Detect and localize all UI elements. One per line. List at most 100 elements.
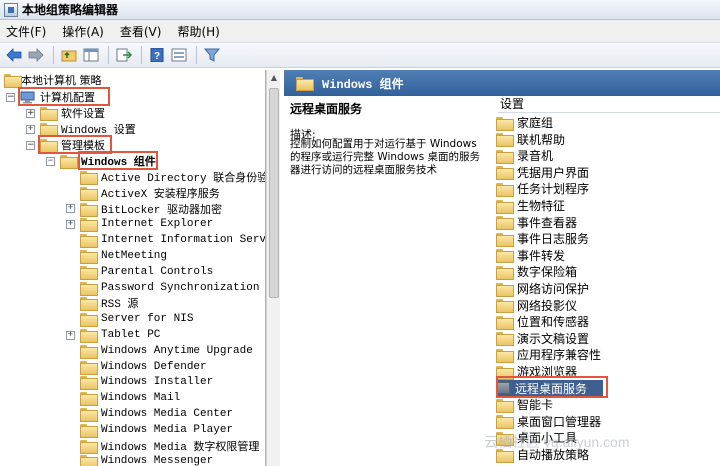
folder-icon	[80, 171, 98, 185]
tree-item[interactable]: Windows Anytime Upgrade	[66, 343, 253, 359]
tree-item[interactable]: Windows Mail	[66, 390, 181, 407]
folder-icon	[80, 360, 98, 375]
folder-icon	[40, 123, 58, 137]
settings-list-item[interactable]: 应用程序兼容性	[496, 346, 601, 363]
tree-item[interactable]: Windows Messenger	[66, 453, 213, 466]
tree-item[interactable]: Server for NIS	[66, 311, 193, 328]
menu-file[interactable]: 文件(F)	[6, 23, 46, 40]
tree-item-label: Windows Defender	[101, 360, 207, 373]
menu-view[interactable]: 查看(V)	[120, 23, 162, 40]
folder-icon	[496, 299, 514, 314]
details-header: Windows 组件	[284, 70, 720, 96]
column-header-settings[interactable]: 设置	[498, 95, 720, 113]
tree-item[interactable]: Windows Media 数字权限管理	[66, 438, 259, 454]
tree-item[interactable]: + BitLocker 驱动器加密	[66, 201, 222, 217]
folder-icon	[80, 313, 98, 328]
tree-item[interactable]: RSS 源	[66, 295, 138, 312]
settings-list-item[interactable]: 凭据用户界面	[496, 164, 589, 181]
settings-list-item[interactable]: 生物特征	[496, 197, 565, 214]
folder-icon	[80, 265, 98, 280]
menu-action[interactable]: 操作(A)	[62, 23, 104, 40]
collapse-icon[interactable]: −	[6, 92, 15, 102]
collapse-icon[interactable]: −	[46, 156, 55, 166]
back-icon[interactable]	[4, 45, 24, 65]
tree-item[interactable]: Parental Controls	[66, 264, 213, 280]
forward-icon[interactable]	[26, 45, 46, 65]
expand-icon[interactable]: +	[66, 330, 75, 340]
folder-icon	[80, 408, 98, 422]
properties-icon[interactable]	[169, 45, 189, 65]
tree-item-label: Windows Messenger	[101, 455, 214, 466]
settings-list-item[interactable]: 位置和传感器	[496, 313, 589, 330]
settings-list-label: 家庭组	[517, 116, 554, 130]
settings-list-item[interactable]: 桌面窗口管理器	[496, 413, 601, 430]
tree-root[interactable]: 本地计算机 策略	[4, 72, 102, 88]
folder-icon	[80, 392, 98, 407]
settings-list-item[interactable]: 任务计划程序	[496, 180, 589, 197]
folder-icon	[496, 415, 514, 430]
tree-item-label: Internet Information Service	[101, 234, 266, 247]
expand-icon[interactable]: +	[66, 219, 75, 229]
tree-item[interactable]: + Internet Explorer	[66, 216, 213, 233]
tree-item[interactable]: Windows Media Center	[66, 406, 233, 422]
tree-item-label: Windows Media Center	[101, 408, 234, 420]
tree-item-label: Password Synchronization	[101, 281, 260, 294]
up-folder-icon[interactable]	[59, 45, 79, 65]
settings-list-item[interactable]: 联机帮助	[496, 131, 565, 148]
folder-icon	[496, 149, 514, 164]
tree-item[interactable]: Windows Installer	[66, 374, 214, 391]
tree-scrollbar[interactable]: ▲	[266, 70, 280, 466]
settings-list-label: 联机帮助	[517, 132, 566, 147]
tree-item-label: BitLocker 驱动器加密	[101, 204, 223, 217]
tree-item-software-settings[interactable]: + 软件设置	[26, 105, 105, 121]
title-bar: 本地组策略编辑器	[0, 0, 720, 20]
policy-doc-icon	[4, 74, 22, 88]
toolbar-separator	[53, 46, 54, 64]
tree-item[interactable]: Password Synchronization	[66, 280, 259, 296]
settings-list-item[interactable]: 事件日志服务	[496, 230, 589, 247]
settings-list-item[interactable]: 数字保险箱	[496, 263, 577, 280]
tree-item-label: Windows Mail	[101, 392, 181, 405]
folder-icon	[496, 265, 514, 280]
details-pane: Windows 组件 远程桌面服务 描述: 控制如何配置用于对运行基于 Wind…	[284, 70, 720, 466]
tree-item[interactable]: NetMeeting	[66, 248, 167, 264]
folder-icon	[80, 329, 98, 343]
settings-list-label: 演示文稿设置	[517, 331, 590, 346]
settings-list-item[interactable]: 智能卡	[496, 396, 553, 413]
expand-icon[interactable]: +	[26, 108, 35, 118]
scroll-up-icon[interactable]: ▲	[267, 70, 281, 84]
settings-list-item[interactable]: 演示文稿设置	[496, 330, 589, 347]
menu-help[interactable]: 帮助(H)	[177, 23, 219, 40]
tree-item[interactable]: Internet Information Service	[66, 232, 266, 249]
expand-icon[interactable]: +	[26, 124, 35, 134]
settings-list-item[interactable]: 网络投影仪	[496, 297, 577, 314]
filter-icon[interactable]	[202, 45, 222, 65]
settings-list-item[interactable]: 录音机	[496, 147, 553, 164]
scroll-thumb[interactable]	[269, 88, 279, 298]
settings-list-item[interactable]: 事件查看器	[496, 214, 577, 231]
export-list-icon[interactable]	[114, 45, 134, 65]
tree-item[interactable]: ActiveX 安装程序服务	[66, 185, 220, 201]
expand-icon[interactable]: +	[66, 204, 75, 214]
tree-item[interactable]: + Tablet PC	[66, 327, 160, 343]
folder-icon	[80, 423, 98, 438]
folder-icon	[496, 332, 514, 347]
folder-icon	[60, 155, 78, 169]
annotation-box-remote-desktop	[496, 376, 608, 398]
settings-list-item[interactable]: 事件转发	[496, 247, 565, 264]
folder-icon	[496, 398, 514, 413]
help-icon[interactable]: ?	[147, 45, 167, 65]
settings-list-item[interactable]: 网络访问保护	[496, 280, 589, 297]
tree-item-label: Windows Media 数字权限管理	[101, 441, 260, 454]
tree-item-label: Parental Controls	[101, 265, 214, 278]
collapse-icon[interactable]: −	[26, 140, 35, 150]
tree-item-label: Windows Installer	[101, 376, 214, 389]
tree-item[interactable]: Windows Defender	[66, 359, 207, 375]
show-hide-tree-icon[interactable]	[81, 45, 101, 65]
folder-icon	[80, 376, 98, 391]
tree-item-label: Windows Anytime Upgrade	[101, 344, 253, 357]
tree-item[interactable]: Windows Media Player	[66, 422, 233, 438]
tree-root-label: 本地计算机 策略	[21, 74, 102, 87]
settings-list-item[interactable]: 家庭组	[496, 114, 553, 131]
tree-item[interactable]: Active Directory 联合身份验证	[66, 169, 265, 185]
